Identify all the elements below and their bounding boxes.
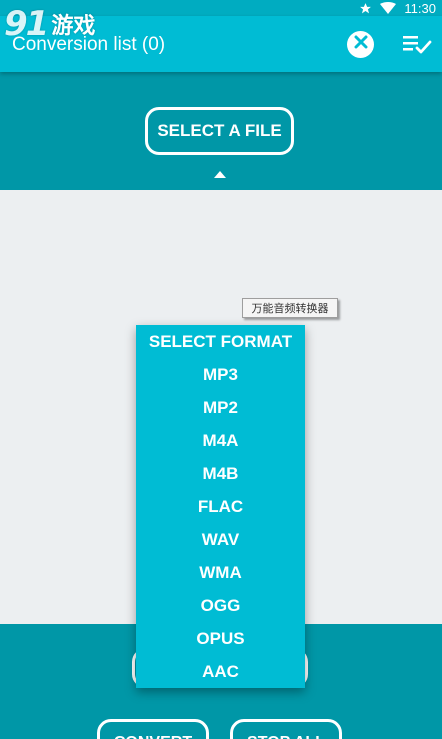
menu-item-wav[interactable]: WAV bbox=[136, 523, 305, 556]
close-icon bbox=[354, 35, 368, 54]
star-icon bbox=[359, 2, 372, 15]
menu-item-mp3[interactable]: MP3 bbox=[136, 359, 305, 392]
menu-item-m4a[interactable]: M4A bbox=[136, 425, 305, 458]
select-file-panel: SELECT A FILE bbox=[0, 72, 442, 190]
status-time: 11:30 bbox=[404, 0, 436, 16]
watermark-number: 91 bbox=[4, 4, 49, 44]
clear-list-button[interactable] bbox=[347, 31, 374, 58]
menu-item-mp2[interactable]: MP2 bbox=[136, 392, 305, 425]
menu-item-flac[interactable]: FLAC bbox=[136, 491, 305, 524]
watermark-logo: 91 游戏 bbox=[4, 4, 95, 44]
caret-up-icon bbox=[214, 171, 226, 178]
app-name-tooltip: 万能音频转换器 bbox=[242, 298, 338, 318]
menu-item-wma[interactable]: WMA bbox=[136, 556, 305, 589]
wifi-icon bbox=[380, 2, 397, 14]
menu-item-m4b[interactable]: M4B bbox=[136, 458, 305, 491]
stop-all-button[interactable]: STOP ALL bbox=[230, 719, 342, 739]
format-dropdown-menu: SELECT FORMAT MP3 MP2 M4A M4B FLAC WAV W… bbox=[136, 325, 305, 688]
menu-item-aac[interactable]: AAC bbox=[136, 655, 305, 688]
menu-item-opus[interactable]: OPUS bbox=[136, 622, 305, 655]
queue-list-button[interactable] bbox=[402, 33, 432, 57]
select-file-button[interactable]: SELECT A FILE bbox=[145, 107, 294, 155]
menu-item-ogg[interactable]: OGG bbox=[136, 589, 305, 622]
convert-button[interactable]: CONVERT bbox=[97, 719, 209, 739]
app-screen: 11:30 91 游戏 Conversion list (0) SELECT A… bbox=[0, 0, 442, 739]
watermark-brand: 游戏 bbox=[51, 14, 96, 39]
menu-header-select-format: SELECT FORMAT bbox=[148, 331, 293, 351]
playlist-check-icon bbox=[402, 36, 432, 61]
